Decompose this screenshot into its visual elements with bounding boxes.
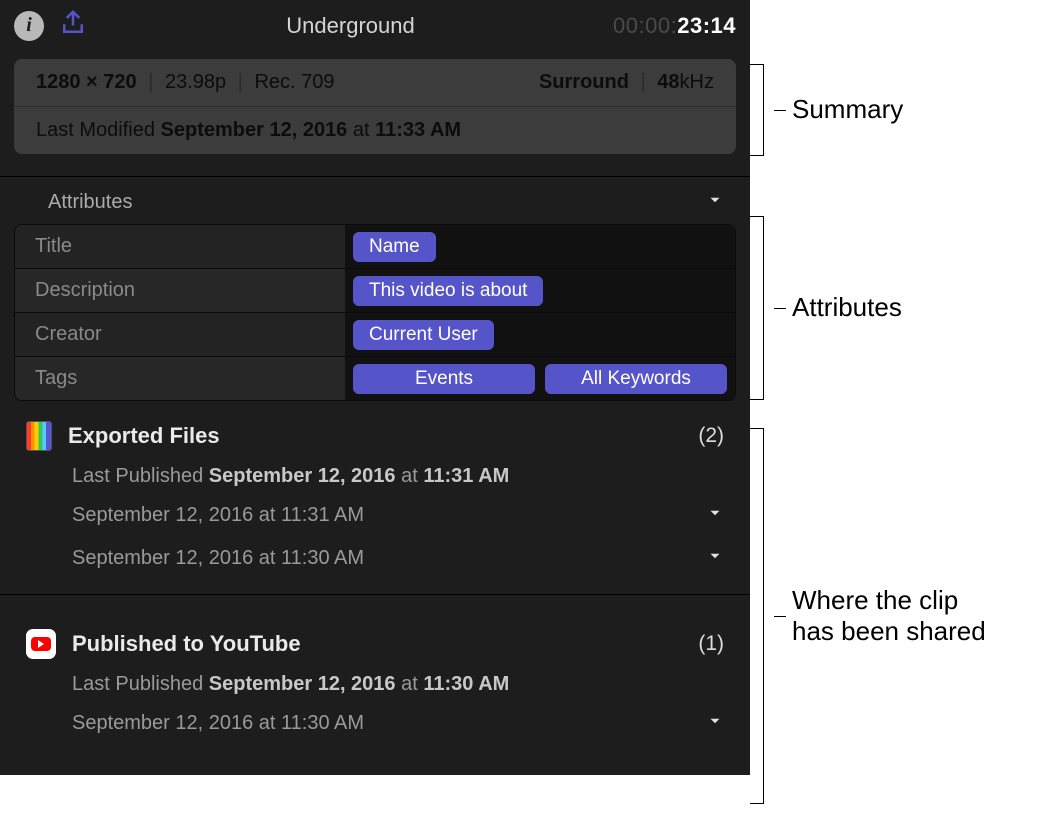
share-count: (1) <box>698 632 724 656</box>
share-section: Exported Files (2) Last Published Septembe… <box>0 401 750 580</box>
share-item[interactable]: September 12, 2016 at 11:30 AM <box>26 537 724 580</box>
annotation-summary: Summary <box>786 94 903 125</box>
attribute-value[interactable]: Name <box>345 225 735 268</box>
share-item-date: September 12, 2016 at 11:30 AM <box>72 547 364 570</box>
attribute-value[interactable]: This video is about <box>345 269 735 312</box>
attribute-value[interactable]: Events All Keywords <box>345 357 735 400</box>
summary-audio-mode: Surround <box>539 71 629 93</box>
attributes-table: Title Name Description This video is about C… <box>14 224 736 401</box>
chevron-down-icon <box>706 191 724 214</box>
summary-modified-prefix: Last Modified <box>36 119 155 141</box>
attribute-row: Tags Events All Keywords <box>15 357 735 400</box>
share-name: Published to YouTube <box>72 631 682 657</box>
attribute-token[interactable]: This video is about <box>353 276 543 306</box>
attribute-token[interactable]: Name <box>353 232 436 262</box>
attribute-token[interactable]: Current User <box>353 320 494 350</box>
summary-audio-unit: kHz <box>680 71 714 93</box>
share-item-date: September 12, 2016 at 11:31 AM <box>72 504 364 527</box>
share-last-published: Last Published September 12, 2016 at 11:… <box>26 667 724 702</box>
share-count: (2) <box>698 424 724 448</box>
attributes-header[interactable]: Attributes <box>0 177 750 224</box>
attribute-label: Creator <box>15 313 345 356</box>
inspector-panel: i Underground 00:00:23:14 1280 × 720 | 2… <box>0 0 750 775</box>
clip-title: Underground <box>88 13 613 39</box>
chevron-down-icon <box>706 712 724 735</box>
share-section: Published to YouTube (1) Last Published Se… <box>0 609 750 745</box>
attribute-row: Title Name <box>15 225 735 269</box>
info-icon[interactable]: i <box>14 11 44 41</box>
attribute-token[interactable]: Events <box>353 364 535 394</box>
share-item[interactable]: September 12, 2016 at 11:31 AM <box>26 494 724 537</box>
divider <box>0 594 750 595</box>
summary-audio-rate: 48 <box>657 71 679 93</box>
attribute-label: Title <box>15 225 345 268</box>
summary-colorspace: Rec. 709 <box>254 71 334 93</box>
attribute-token[interactable]: All Keywords <box>545 364 727 394</box>
share-name: Exported Files <box>68 423 682 449</box>
timecode: 00:00:23:14 <box>613 13 736 39</box>
share-item-date: September 12, 2016 at 11:30 AM <box>72 712 364 735</box>
attribute-row: Creator Current User <box>15 313 735 357</box>
summary-modified-time: 11:33 AM <box>375 119 461 141</box>
summary-modified-at: at <box>353 119 370 141</box>
summary-resolution: 1280 × 720 <box>36 71 137 93</box>
summary-box: 1280 × 720 | 23.98p | Rec. 709 Surround … <box>14 59 736 154</box>
attribute-value[interactable]: Current User <box>345 313 735 356</box>
youtube-icon <box>26 629 56 659</box>
attribute-row: Description This video is about <box>15 269 735 313</box>
summary-modified-date: September 12, 2016 <box>161 119 348 141</box>
summary-modified-row: Last Modified September 12, 2016 at 11:3… <box>14 107 736 154</box>
chevron-down-icon <box>706 504 724 527</box>
annotation-attributes: Attributes <box>786 292 902 323</box>
chevron-down-icon <box>706 547 724 570</box>
exported-files-icon <box>26 421 52 451</box>
timecode-hours: 00:00: <box>613 13 677 38</box>
summary-framerate: 23.98p <box>165 71 226 93</box>
attribute-label: Tags <box>15 357 345 400</box>
share-icon[interactable] <box>58 8 88 43</box>
share-last-published: Last Published September 12, 2016 at 11:… <box>26 459 724 494</box>
attributes-header-label: Attributes <box>48 191 132 214</box>
timecode-seconds: 23:14 <box>677 13 736 38</box>
summary-format-row: 1280 × 720 | 23.98p | Rec. 709 Surround … <box>14 59 736 107</box>
attribute-label: Description <box>15 269 345 312</box>
share-header[interactable]: Published to YouTube (1) <box>26 621 724 667</box>
titlebar: i Underground 00:00:23:14 <box>0 0 750 53</box>
share-header[interactable]: Exported Files (2) <box>26 413 724 459</box>
annotation-shared: Where the clip has been shared <box>786 585 1006 647</box>
share-item[interactable]: September 12, 2016 at 11:30 AM <box>26 702 724 745</box>
